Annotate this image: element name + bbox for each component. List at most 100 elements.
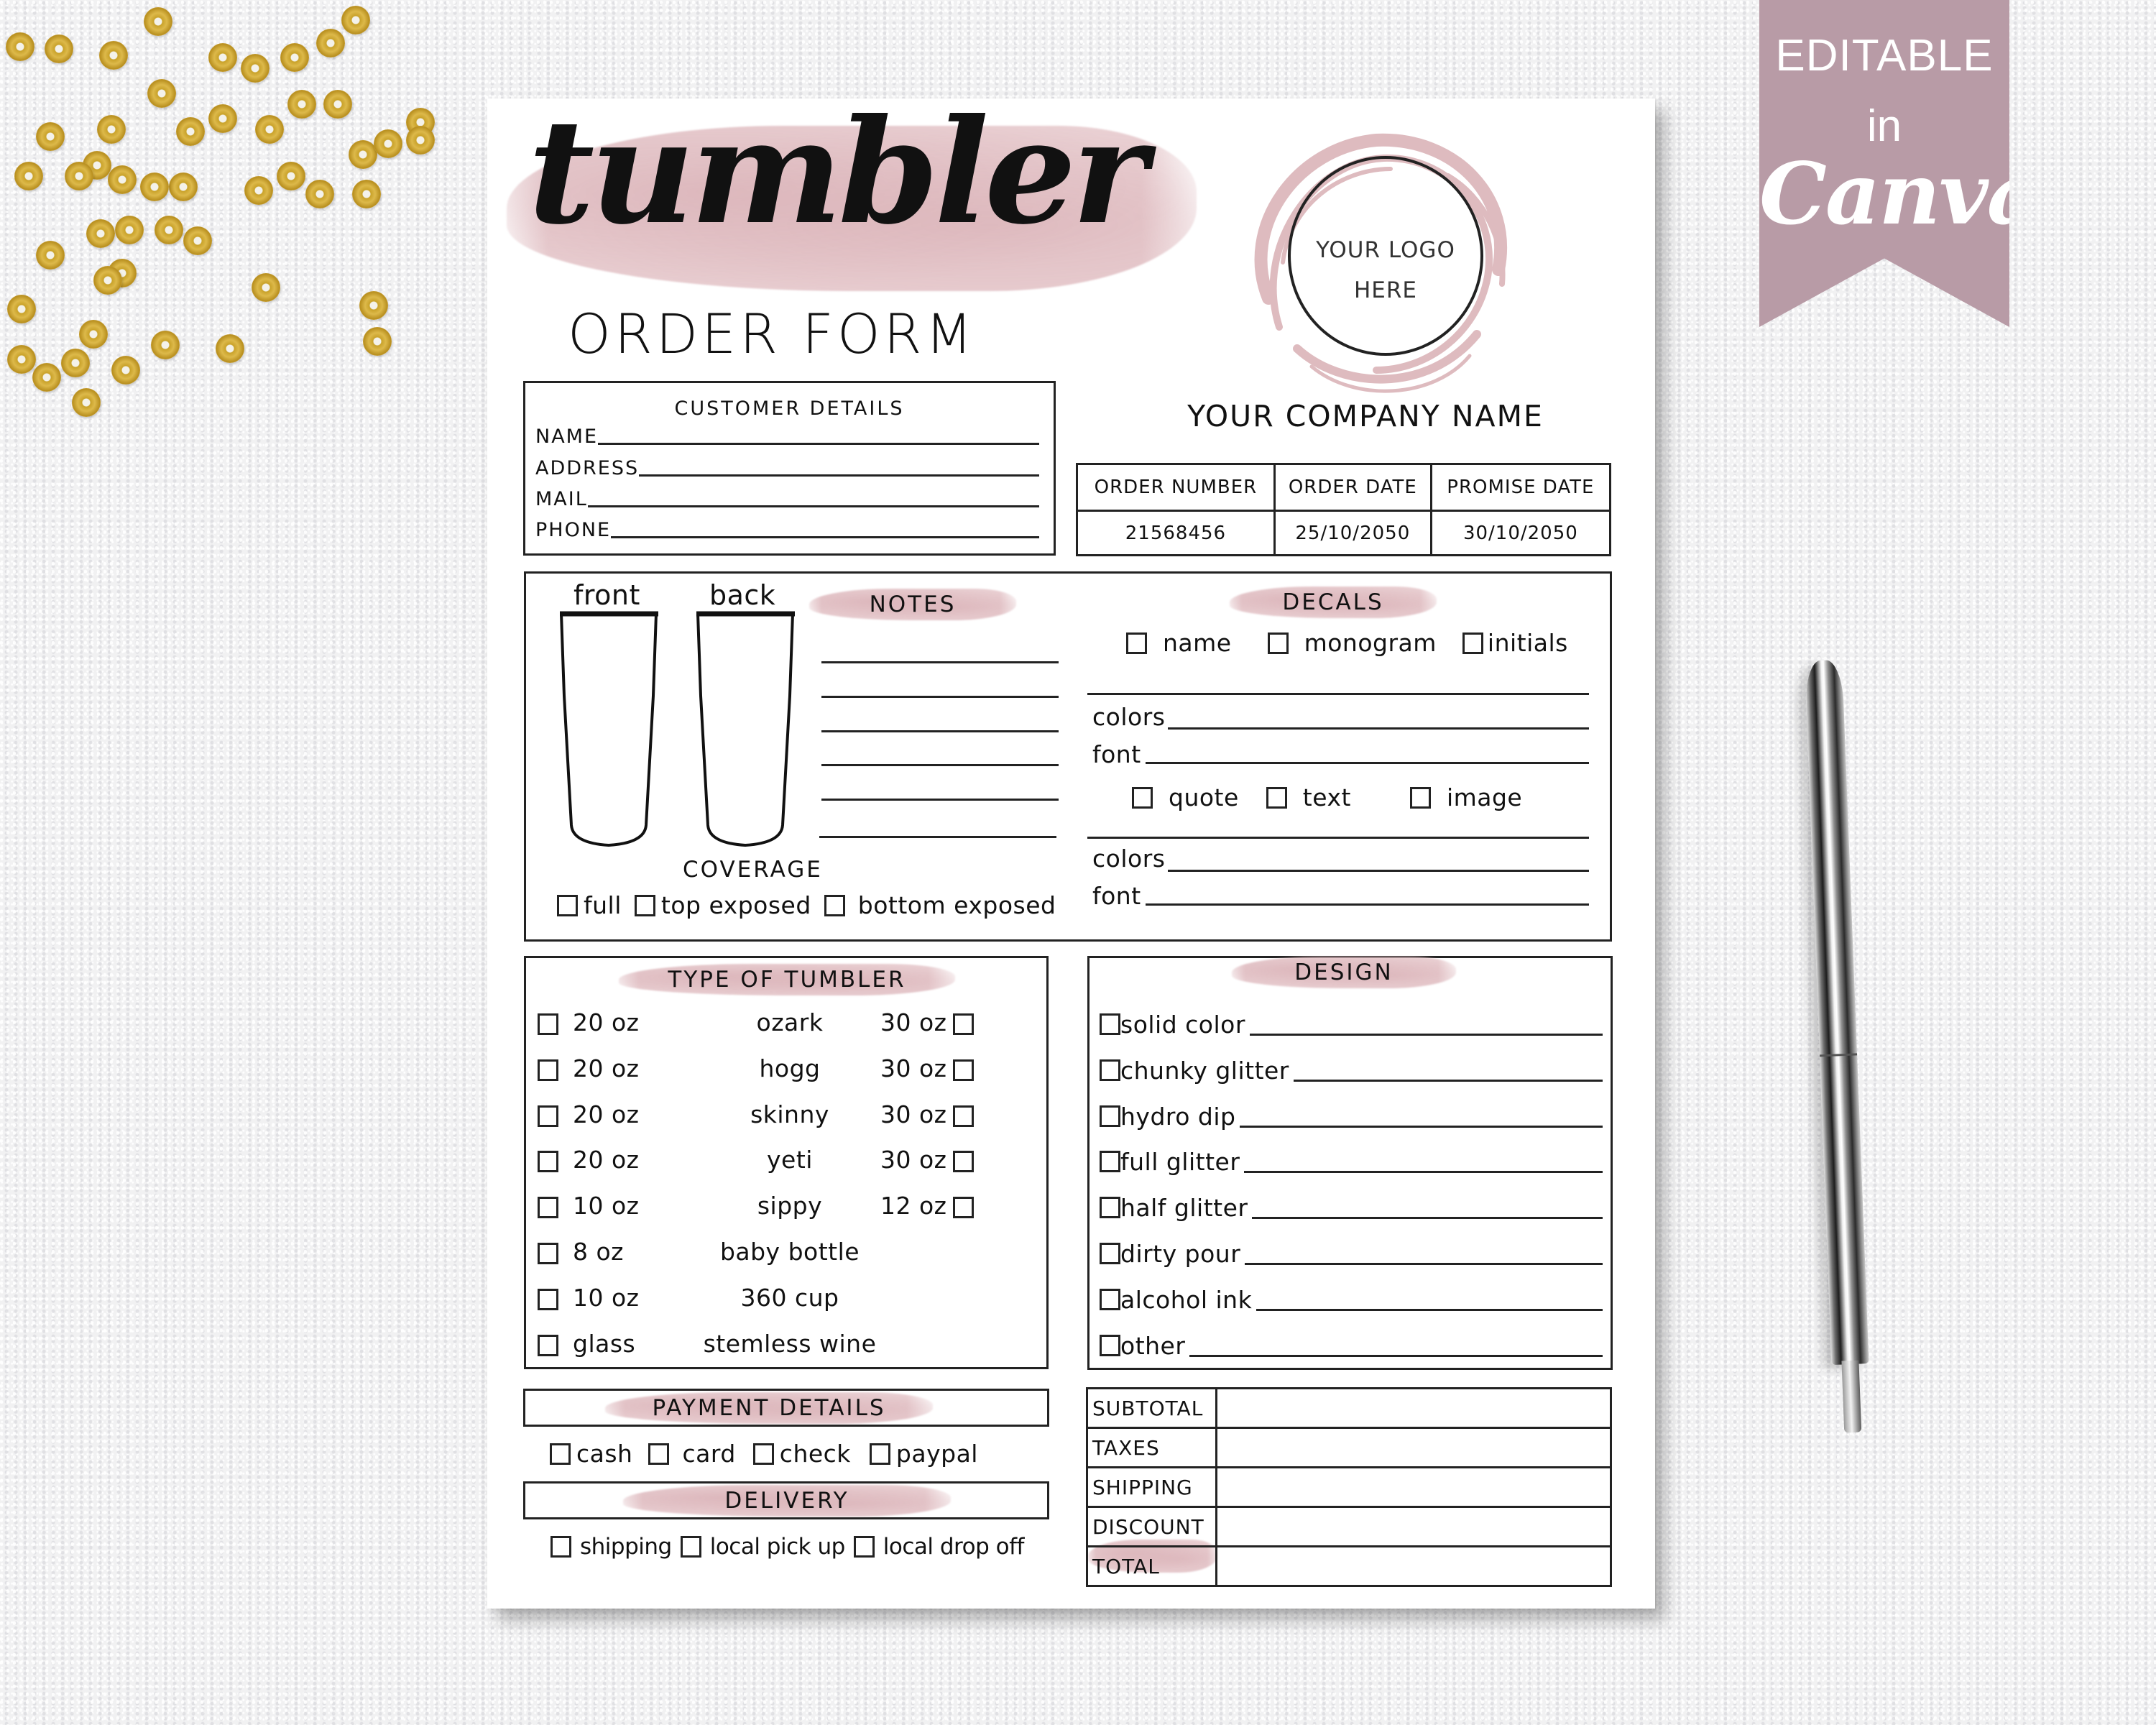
delivery-local-dropoff-checkbox[interactable] (853, 1536, 875, 1558)
tumbler-left-size-checkbox[interactable] (538, 1059, 558, 1081)
design-option-line[interactable] (1293, 1080, 1603, 1082)
tumbler-right-size-label: 30 oz (880, 1100, 947, 1128)
design-option-line[interactable] (1244, 1171, 1603, 1173)
delivery-local-pickup-checkbox[interactable] (680, 1536, 701, 1558)
customer-mail-field[interactable]: MAIL (535, 480, 1039, 510)
payment-card-checkbox[interactable] (648, 1443, 670, 1465)
totals-row: SUBTOTAL (1086, 1387, 1612, 1429)
design-option-checkbox[interactable] (1100, 1289, 1120, 1310)
notes-line[interactable] (821, 696, 1059, 698)
promise-date-value[interactable]: 30/10/2050 (1429, 510, 1612, 556)
tumbler-left-size-checkbox[interactable] (538, 1197, 558, 1218)
gold-sequin-icon (111, 356, 140, 385)
field-line[interactable] (639, 474, 1039, 477)
payment-check-checkbox[interactable] (752, 1443, 774, 1465)
decal-text-checkbox[interactable] (1266, 786, 1287, 809)
decal-font-line[interactable] (1146, 762, 1589, 764)
decal-image-checkbox[interactable] (1409, 786, 1431, 809)
notes-line[interactable] (821, 730, 1059, 732)
design-option-line[interactable] (1256, 1309, 1603, 1311)
script-title-tumbler: tumbler (528, 88, 1148, 257)
tumbler-right-size-checkbox[interactable] (953, 1105, 974, 1127)
tumbler-left-size-checkbox[interactable] (538, 1243, 558, 1264)
order-date-value[interactable]: 25/10/2050 (1273, 510, 1432, 556)
tumbler-type-name: stemless wine (703, 1330, 877, 1358)
design-option-line[interactable] (1189, 1355, 1603, 1357)
gold-sequin-icon (406, 126, 435, 155)
delivery-shipping-label: shipping (580, 1534, 672, 1560)
gold-sequin-icon (349, 140, 377, 169)
decal-colors-line[interactable] (1168, 870, 1589, 872)
design-option-label: alcohol ink (1120, 1285, 1253, 1314)
gold-sequin-icon (7, 345, 36, 374)
notes-line[interactable] (819, 836, 1056, 838)
design-option-checkbox[interactable] (1100, 1197, 1120, 1218)
decal-monogram-checkbox[interactable] (1267, 632, 1289, 654)
decal-font-line[interactable] (1146, 903, 1589, 906)
design-option-checkbox[interactable] (1100, 1243, 1120, 1264)
customer-address-field[interactable]: ADDRESS (535, 449, 1039, 479)
tumbler-type-name: yeti (767, 1146, 813, 1174)
design-option-line[interactable] (1240, 1126, 1603, 1128)
delivery-shipping-checkbox[interactable] (550, 1536, 571, 1558)
tumbler-left-size-checkbox[interactable] (538, 1289, 558, 1310)
design-option-checkbox[interactable] (1100, 1013, 1120, 1035)
back-label: back (709, 579, 776, 611)
shipping-value[interactable] (1215, 1466, 1612, 1508)
totals-row: DISCOUNT (1086, 1506, 1612, 1547)
decal-quote-checkbox[interactable] (1132, 786, 1153, 809)
design-option-checkbox[interactable] (1100, 1105, 1120, 1127)
decal-colors-line[interactable] (1168, 727, 1589, 730)
decal-text-line[interactable] (1087, 693, 1589, 695)
gold-sequin-icon (32, 363, 61, 392)
payment-cash-checkbox[interactable] (550, 1443, 571, 1465)
tumbler-left-size-checkbox[interactable] (538, 1151, 558, 1172)
tumbler-left-size-checkbox[interactable] (538, 1105, 558, 1127)
notes-line[interactable] (821, 661, 1059, 663)
tumbler-left-size-checkbox[interactable] (538, 1335, 558, 1356)
gold-sequin-icon (36, 241, 65, 270)
decal-initials-checkbox[interactable] (1462, 632, 1483, 654)
coverage-full-checkbox[interactable] (557, 894, 578, 916)
customer-name-field[interactable]: NAME (535, 418, 1039, 448)
field-line[interactable] (598, 443, 1039, 445)
tumbler-right-size-checkbox[interactable] (953, 1059, 974, 1081)
taxes-value[interactable] (1215, 1427, 1612, 1468)
tumbler-right-size-checkbox[interactable] (953, 1151, 974, 1172)
tumbler-right-size-checkbox[interactable] (953, 1197, 974, 1218)
design-option-line[interactable] (1249, 1034, 1603, 1036)
design-option-line[interactable] (1252, 1217, 1603, 1219)
design-option-checkbox[interactable] (1100, 1151, 1120, 1172)
subtotal-label: SUBTOTAL (1086, 1387, 1217, 1429)
tumbler-right-size-checkbox[interactable] (953, 1013, 974, 1035)
tumbler-type-row: 20 oz ozark 30 oz (524, 1008, 1049, 1040)
field-line[interactable] (611, 536, 1039, 538)
payment-cash-label: cash (576, 1440, 633, 1468)
field-line[interactable] (587, 505, 1039, 507)
coverage-bottom-exposed-label: bottom exposed (857, 891, 1056, 919)
customer-phone-field[interactable]: PHONE (535, 511, 1039, 541)
decal-text-line[interactable] (1087, 837, 1589, 839)
totals-row: TAXES (1086, 1427, 1612, 1468)
notes-line[interactable] (821, 799, 1059, 801)
subtotal-value[interactable] (1215, 1387, 1612, 1429)
tumbler-type-name: baby bottle (719, 1238, 860, 1266)
decal-name-checkbox[interactable] (1126, 632, 1147, 654)
design-option-checkbox[interactable] (1100, 1335, 1120, 1356)
payment-paypal-checkbox[interactable] (869, 1443, 890, 1465)
field-label: NAME (535, 426, 599, 448)
design-option-checkbox[interactable] (1100, 1059, 1120, 1081)
pen-tip (1841, 1360, 1862, 1433)
order-number-value[interactable]: 21568456 (1076, 510, 1276, 556)
design-option-line[interactable] (1245, 1263, 1603, 1265)
coverage-top-exposed-checkbox[interactable] (634, 894, 655, 916)
total-value[interactable] (1215, 1545, 1612, 1587)
design-option-row: hydro dip (1100, 1100, 1603, 1132)
discount-value[interactable] (1215, 1506, 1612, 1547)
tumbler-type-row: 20 oz yeti 30 oz (524, 1146, 1049, 1177)
customer-details-box: CUSTOMER DETAILS NAME ADDRESS MAIL PHONE (523, 381, 1056, 556)
tumbler-left-size-checkbox[interactable] (538, 1013, 558, 1035)
notes-line[interactable] (821, 764, 1059, 766)
gold-sequin-icon (93, 266, 122, 295)
coverage-bottom-exposed-checkbox[interactable] (824, 894, 845, 916)
